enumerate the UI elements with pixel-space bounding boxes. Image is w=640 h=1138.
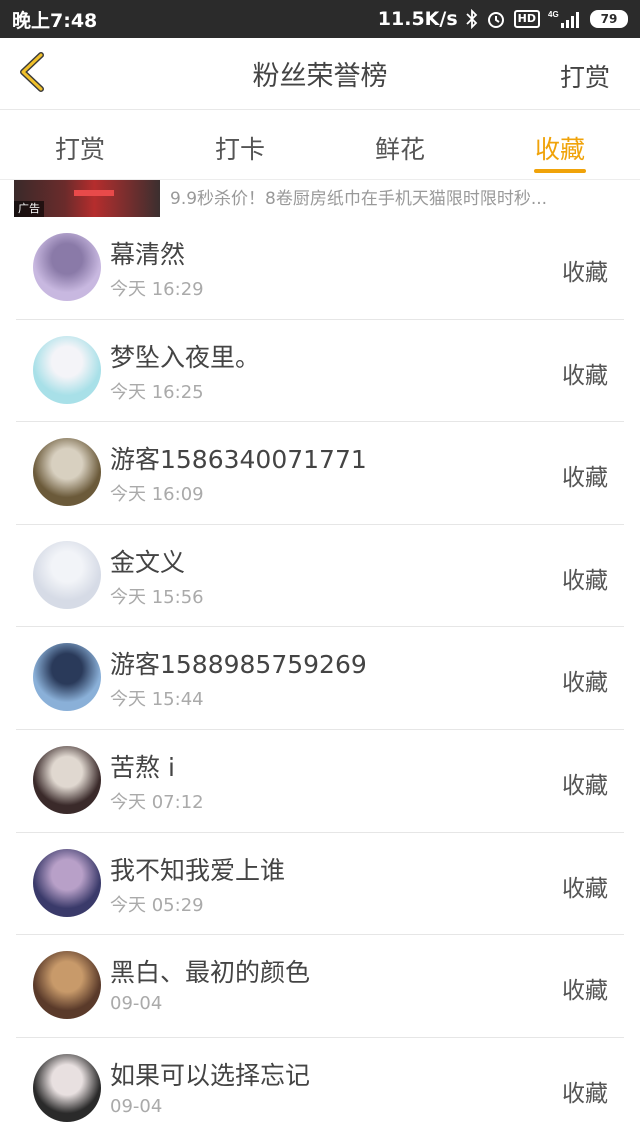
fan-list-item[interactable]: 苦熬 i 今天 07:12 收藏	[16, 730, 624, 833]
tab-checkin[interactable]: 打卡	[160, 111, 320, 179]
alarm-icon	[486, 9, 506, 29]
avatar[interactable]	[33, 233, 101, 301]
avatar[interactable]	[33, 438, 101, 507]
fan-list-item[interactable]: 游客1586340071771 今天 16:09 收藏	[16, 422, 624, 525]
fan-name: 苦熬 i	[110, 752, 175, 782]
fan-list-item[interactable]: 游客1588985759269 今天 15:44 收藏	[16, 627, 624, 730]
fan-name: 游客1586340071771	[110, 445, 367, 475]
chevron-left-icon	[17, 52, 47, 96]
fan-time: 今天 16:25	[110, 381, 204, 403]
avatar[interactable]	[33, 643, 101, 712]
fan-list-item[interactable]: 梦坠入夜里。今天 16:25 收藏	[16, 320, 624, 423]
fan-list-item[interactable]: 金文义今天 15:56 收藏	[16, 525, 624, 628]
avatar[interactable]	[33, 848, 101, 917]
fan-list-item[interactable]: 幕清然今天 16:29 收藏	[16, 217, 624, 320]
fan-list: 幕清然 今天 16:29 收藏 梦坠入夜里。 今天 16:25 收藏 游客158634007…	[0, 217, 640, 1138]
avatar[interactable]	[33, 951, 101, 1020]
fan-time: 今天 16:29	[110, 279, 204, 300]
svg-text:4G: 4G	[548, 10, 559, 19]
ad-badge: 广告	[14, 201, 44, 217]
avatar[interactable]	[33, 540, 101, 609]
bluetooth-icon	[466, 9, 478, 29]
fan-action-label: 收藏	[562, 772, 608, 799]
tab-flowers[interactable]: 鲜花	[320, 111, 480, 179]
tab-bar: 打赏 打卡 鲜花 收藏	[0, 111, 640, 180]
battery-icon: 79	[590, 10, 628, 28]
signal-icon: 4G	[548, 9, 582, 29]
back-button[interactable]	[10, 50, 54, 98]
fan-action-label: 收藏	[562, 362, 608, 389]
fan-time: 今天 16:09	[110, 484, 204, 506]
fan-action-label: 收藏	[562, 465, 608, 492]
tab-favorites[interactable]: 收藏	[480, 111, 640, 179]
fan-time: 09-04	[110, 1095, 163, 1117]
fan-action-label: 收藏	[562, 1080, 608, 1107]
fan-list-item[interactable]: 黑白、最初的颜色 09-04 收藏	[16, 935, 624, 1038]
fan-name: 梦坠入夜里。	[110, 342, 261, 372]
fan-list-item[interactable]: 我不知我爱上谁今天 05:29 收藏	[16, 833, 624, 936]
fan-name: 黑白、最初的颜色	[110, 958, 311, 988]
fan-time: 09-04	[110, 993, 163, 1015]
fan-name: 游客1588985759269	[110, 650, 367, 680]
avatar[interactable]	[33, 1053, 101, 1122]
ad-banner[interactable]: 广告 9.9秒杀价！8卷厨房纸巾在手机天猫限时限时秒...	[0, 180, 640, 217]
fan-time: 今天 07:12	[110, 791, 204, 813]
avatar[interactable]	[33, 745, 101, 814]
status-bar: 晚上7:48 11.5K/s HD 4G 79	[0, 0, 640, 38]
fan-time: 今天 05:29	[110, 894, 204, 916]
avatar[interactable]	[33, 335, 101, 404]
fan-name: 金文义	[110, 547, 186, 577]
ad-text: 9.9秒杀价！8卷厨房纸巾在手机天猫限时限时秒...	[170, 189, 548, 209]
fan-name: 幕清然	[110, 240, 186, 269]
hd-icon: HD	[513, 10, 540, 28]
battery-level: 79	[600, 12, 618, 26]
fan-time: 今天 15:56	[110, 586, 204, 608]
reward-button[interactable]: 打赏	[560, 58, 610, 94]
fan-action-label: 收藏	[562, 875, 608, 902]
title-bar: 粉丝荣誉榜 打赏	[0, 38, 640, 110]
page-title: 粉丝荣誉榜	[252, 61, 388, 92]
status-right: 11.5K/s HD 4G 79	[378, 8, 628, 30]
network-speed: 11.5K/s	[377, 8, 458, 30]
fan-time: 今天 15:44	[110, 689, 204, 711]
tab-reward[interactable]: 打赏	[0, 111, 160, 179]
status-time: 晚上7:48	[12, 9, 98, 32]
fan-name: 我不知我爱上谁	[110, 855, 286, 885]
fan-action-label: 收藏	[562, 978, 608, 1005]
fan-action-label: 收藏	[562, 670, 608, 697]
fan-name: 如果可以选择忘记	[110, 1060, 311, 1090]
fan-list-item[interactable]: 如果可以选择忘记 09-04 收藏	[16, 1038, 624, 1138]
fan-action-label: 收藏	[562, 567, 608, 594]
fan-action-label: 收藏	[562, 260, 608, 286]
